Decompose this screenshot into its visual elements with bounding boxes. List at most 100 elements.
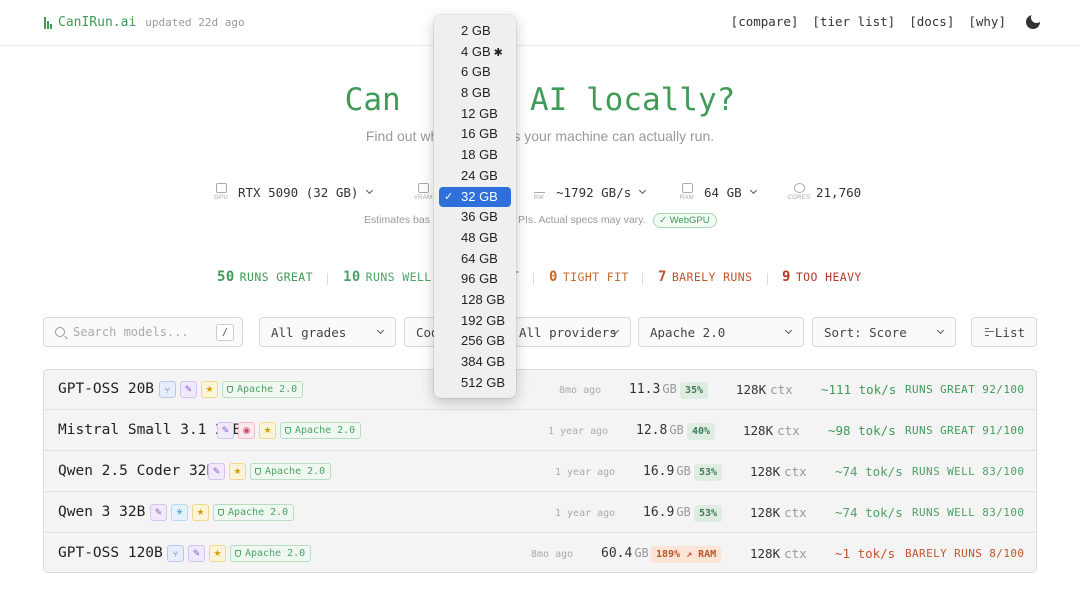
context-length: 128K ctx <box>750 464 807 479</box>
vram-option-64gb[interactable]: 64 GB <box>439 249 511 270</box>
table-row[interactable]: Qwen 3 32B ✎ ☀ ★ Apache 2.0 1 year ago 1… <box>44 493 1036 533</box>
nav-why[interactable]: [why] <box>968 14 1006 29</box>
vram-option-96gb[interactable]: 96 GB <box>439 269 511 290</box>
provider-filter[interactable]: All providers <box>508 317 631 347</box>
table-row[interactable]: Qwen 2.5 Coder 32B ✎ ★ Apache 2.0 1 year… <box>44 452 1036 492</box>
model-name[interactable]: Mistral Small 3.1 24B <box>58 422 241 438</box>
nav-docs[interactable]: [docs] <box>909 14 954 29</box>
license-filter-value: Apache 2.0 <box>650 324 726 340</box>
vram-option-8gb[interactable]: 8 GB <box>439 83 511 104</box>
count-tight-fit[interactable]: 0 TIGHT FIT <box>549 269 629 285</box>
model-name[interactable]: GPT-OSS 20B <box>58 381 154 397</box>
memory-usage-badge: 189% ↗ RAM <box>651 546 722 563</box>
vram-option-512gb[interactable]: 512 GB <box>439 373 511 394</box>
gpu-icon: GPU <box>212 183 230 201</box>
vram-option-48gb[interactable]: 48 GB <box>439 228 511 249</box>
vram-option-12gb[interactable]: 12 GB <box>439 104 511 125</box>
vram-option-128gb[interactable]: 128 GB <box>439 290 511 311</box>
provider-filter-value: All providers <box>519 324 617 340</box>
ram-icon: RAM <box>678 183 696 201</box>
context-length: 128K ctx <box>736 382 793 397</box>
sort-select[interactable]: Sort: Score <box>812 317 956 347</box>
search-shortcut: / <box>216 324 234 341</box>
moe-icon: ⑂ <box>167 545 184 562</box>
gpu-selector[interactable]: GPU RTX 5090 (32 GB) <box>212 183 374 201</box>
model-size: 16.9 GB <box>643 505 691 520</box>
model-size: 11.3 GB <box>629 382 677 397</box>
grade-filter[interactable]: All grades <box>259 317 396 347</box>
shield-icon <box>227 386 233 393</box>
estimate-note-left: Estimates bas <box>364 214 430 226</box>
speed: ~1 tok/s <box>835 546 896 561</box>
view-toggle[interactable]: List <box>971 317 1037 347</box>
license-badge: Apache 2.0 <box>280 422 362 439</box>
grade-filter-value: All grades <box>271 324 347 340</box>
model-size: 16.9 GB <box>643 464 691 479</box>
search-input[interactable] <box>73 325 203 339</box>
model-name[interactable]: Qwen 3 32B <box>58 504 145 520</box>
star-icon: ★ <box>259 422 276 439</box>
speed: ~98 tok/s <box>828 423 896 438</box>
search-box[interactable]: / <box>43 317 243 347</box>
main-nav: [compare] [tier list] [docs] [why] <box>731 11 1042 29</box>
logo-icon <box>44 16 52 29</box>
count-runs-great[interactable]: 50 RUNS GREAT <box>217 269 313 285</box>
subtitle-left: Find out whi <box>365 128 442 144</box>
sort-value: Sort: Score <box>824 324 907 340</box>
table-row[interactable]: Mistral Small 3.1 24B ✎ ◉ ★ Apache 2.0 1… <box>44 411 1036 451</box>
count-runs-well[interactable]: 10 RUNS WELL <box>343 269 432 285</box>
badge-group: ✎ ★ Apache 2.0 <box>208 463 332 480</box>
vram-option-384gb[interactable]: 384 GB <box>439 352 511 373</box>
vram-icon: VRAM <box>414 183 432 201</box>
model-size: 60.4 GB <box>601 546 649 561</box>
star-icon: ★ <box>192 504 209 521</box>
vram-option-32gb[interactable]: ✓ 32 GB <box>439 186 511 208</box>
vram-dropdown-menu[interactable]: 2 GB 4 GB ✱ 6 GB 8 GB 12 GB 16 GB 18 GB 2… <box>434 15 516 398</box>
verdict: RUNS WELL 83/100 <box>912 465 1025 478</box>
model-name[interactable]: GPT-OSS 120B <box>58 545 163 561</box>
brand-name[interactable]: CanIRun.ai <box>58 15 136 30</box>
table-row[interactable]: GPT-OSS 120B ⑂ ✎ ★ Apache 2.0 8mo ago 60… <box>44 534 1036 572</box>
page-subtitle: Find out whi s your machine can actually … <box>0 128 1080 144</box>
vram-option-24gb[interactable]: 24 GB <box>439 166 511 187</box>
model-size: 12.8 GB <box>636 423 684 438</box>
brand[interactable]: CanIRun.ai updated 22d ago <box>44 15 245 30</box>
vram-option-2gb[interactable]: 2 GB <box>439 21 511 42</box>
grade-counts: 50RUNS GREAT 10RUNS WELL T 0TIGHT FIT 7B… <box>0 269 1080 287</box>
vram-option-256gb[interactable]: 256 GB <box>439 331 511 352</box>
gpu-value[interactable]: RTX 5090 (32 GB) <box>238 185 358 200</box>
vram-option-192gb[interactable]: 192 GB <box>439 311 511 332</box>
vram-option-36gb[interactable]: 36 GB <box>439 207 511 228</box>
chevron-down-icon <box>936 326 945 335</box>
bandwidth-selector[interactable]: BW ~1792 GB/s <box>530 183 647 201</box>
count-too-heavy[interactable]: 9 TOO HEAVY <box>782 269 862 285</box>
top-bar: CanIRun.ai updated 22d ago [compare] [ti… <box>0 0 1080 46</box>
release-age: 8mo ago <box>559 385 602 396</box>
nav-compare[interactable]: [compare] <box>731 14 799 29</box>
vram-option-6gb[interactable]: 6 GB <box>439 62 511 83</box>
table-row[interactable]: GPT-OSS 20B ⑂ ✎ ★ Apache 2.0 8mo ago 11.… <box>44 370 1036 410</box>
wrench-icon: ✎ <box>217 422 234 439</box>
vram-option-4gb[interactable]: 4 GB ✱ <box>439 42 511 63</box>
shield-icon <box>255 468 261 475</box>
star-icon: ★ <box>201 381 218 398</box>
memory-usage-badge: 53% <box>694 505 723 522</box>
count-barely-runs[interactable]: 7 BARELY RUNS <box>658 269 752 285</box>
star-icon: ★ <box>229 463 246 480</box>
license-badge: Apache 2.0 <box>230 545 312 562</box>
vram-option-16gb[interactable]: 16 GB <box>439 124 511 145</box>
ram-selector[interactable]: RAM 64 GB <box>678 183 757 201</box>
license-filter[interactable]: Apache 2.0 <box>638 317 804 347</box>
bandwidth-value[interactable]: ~1792 GB/s <box>556 185 631 200</box>
vram-option-18gb[interactable]: 18 GB <box>439 145 511 166</box>
speed: ~74 tok/s <box>835 464 903 479</box>
moon-icon[interactable] <box>1026 11 1042 29</box>
ram-value[interactable]: 64 GB <box>704 185 742 200</box>
nav-tier-list[interactable]: [tier list] <box>812 14 895 29</box>
model-name[interactable]: Qwen 2.5 Coder 32B <box>58 463 215 479</box>
chevron-down-icon <box>376 326 385 335</box>
badge-group: ⑂ ✎ ★ Apache 2.0 <box>167 545 312 562</box>
shield-icon <box>235 550 241 557</box>
cores-icon: CORES <box>788 183 810 201</box>
view-label: List <box>994 324 1025 340</box>
